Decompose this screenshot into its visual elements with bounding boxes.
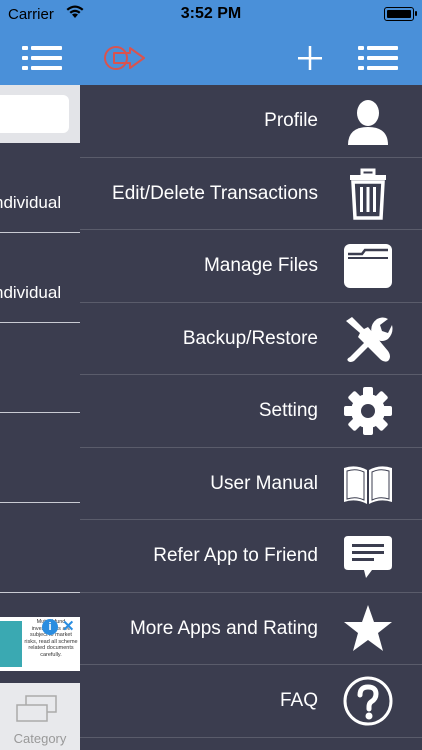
menu-item-profile[interactable]: Profile	[80, 85, 422, 158]
menu-item-setting[interactable]: Setting	[80, 375, 422, 448]
list-item-label: ndividual	[0, 283, 62, 302]
ad-banner[interactable]: Mutual fund investments are subject to m…	[0, 617, 80, 671]
ad-info-icon[interactable]: i	[42, 619, 58, 635]
status-bar: Carrier 3:52 PM	[0, 0, 422, 30]
question-icon	[342, 675, 394, 727]
list-item[interactable]: ndividual	[0, 143, 80, 233]
menu-item-label: Refer App to Friend	[153, 545, 318, 566]
logout-arrow-icon[interactable]	[100, 38, 150, 78]
book-icon	[342, 458, 394, 510]
menu-item-backup-restore[interactable]: Backup/Restore	[80, 303, 422, 375]
close-icon[interactable]: ✕	[62, 617, 75, 635]
menu-item-label: FAQ	[279, 690, 318, 711]
menu-item-user-manual[interactable]: User Manual	[80, 448, 422, 520]
star-icon	[342, 603, 394, 655]
tab-category[interactable]: Category	[0, 683, 80, 750]
side-drawer-menu: Profile Edit/Delete Transactions Manage …	[80, 85, 422, 750]
category-icon	[14, 693, 60, 730]
message-icon	[342, 530, 394, 582]
search-input[interactable]	[0, 95, 69, 133]
list-item[interactable]: ndividual	[0, 233, 80, 323]
menu-item-label: Backup/Restore	[182, 327, 318, 349]
menu-item-edit-delete-transactions[interactable]: Edit/Delete Transactions	[80, 158, 422, 230]
menu-item-label: More Apps and Rating	[129, 617, 318, 639]
list-menu-icon[interactable]	[356, 38, 400, 78]
menu-item-label: Edit/Delete Transactions	[112, 182, 318, 204]
gear-icon	[342, 385, 394, 437]
list-item[interactable]	[0, 323, 80, 413]
profile-icon	[342, 95, 394, 147]
battery-icon	[384, 7, 417, 21]
tab-label: Category	[13, 731, 67, 746]
trash-icon	[342, 168, 394, 220]
list-item[interactable]	[0, 413, 80, 503]
menu-item-refer-app[interactable]: Refer App to Friend	[80, 520, 422, 593]
list-item-label: ndividual	[0, 193, 62, 212]
menu-item-label: Setting	[258, 400, 318, 421]
navigation-bar	[0, 30, 422, 85]
list-item[interactable]	[0, 503, 80, 593]
menu-item-label: Profile	[264, 110, 318, 131]
list-menu-icon[interactable]	[20, 38, 64, 78]
menu-item-more-apps[interactable]: More Apps and Rating	[80, 593, 422, 665]
plus-icon[interactable]	[288, 38, 332, 78]
clock: 3:52 PM	[180, 5, 242, 22]
tools-icon	[342, 313, 394, 365]
menu-item-label: Manage Files	[203, 255, 318, 276]
menu-item-faq[interactable]: FAQ	[80, 665, 422, 738]
menu-item-label: User Manual	[210, 472, 318, 494]
folder-icon	[342, 240, 394, 292]
search-bar-area	[0, 85, 80, 143]
ad-image	[0, 621, 22, 667]
menu-item-manage-files[interactable]: Manage Files	[80, 230, 422, 303]
background-content-panel: ndividual ndividual Mutual fund investme…	[0, 85, 80, 750]
